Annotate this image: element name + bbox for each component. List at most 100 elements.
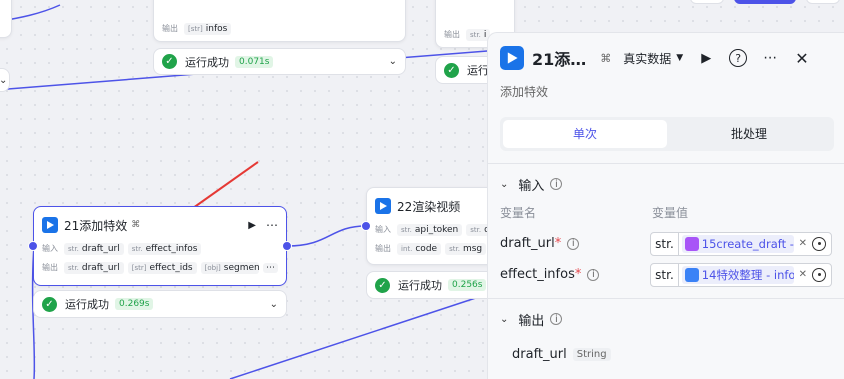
type-selector[interactable]: str. (651, 232, 679, 255)
col-var-value: 变量值 (652, 206, 689, 220)
port-in-21[interactable] (28, 241, 38, 251)
close-icon[interactable]: ✕ (799, 238, 807, 249)
check-icon: ✓ (162, 54, 177, 69)
section-title: 输出 (518, 313, 545, 329)
input-chip: str. draft_url (64, 242, 124, 255)
input-label: 输入 (42, 244, 58, 253)
param-name: effect_infos * i (500, 267, 650, 282)
chevron-down-icon[interactable]: ⌄ (270, 299, 278, 310)
node-title: 21添加特效 (64, 218, 128, 233)
panel-header: 21添… ⌘ 真实数据 ▼ ▶ ? ⋯ ✕ (488, 33, 844, 83)
node-video-icon (500, 46, 524, 70)
node-output-row: 输出 int.code str.msg str. (367, 239, 495, 258)
panel-description: 添加特效 (500, 85, 549, 99)
param-ref-field[interactable]: str. 14特效整理 - infos ✕ (650, 262, 832, 287)
info-icon: i (567, 237, 580, 250)
status-bar-top-left[interactable]: ✓ 运行成功 0.071s ⌄ (153, 48, 406, 75)
chevron-down-icon: ⌄ (500, 178, 509, 190)
data-mode-select[interactable]: 真实数据 ▼ (623, 50, 683, 67)
info-icon: i (550, 178, 563, 190)
node-input-row: 输入 str.api_token str.dra (367, 220, 495, 239)
param-row: draft_url* i str. 15create_draft - d ✕ (488, 228, 844, 259)
node-22-render-video[interactable]: 22渲染视频 输入 str.api_token str.dra 输出 int.c… (366, 187, 496, 265)
node-21-add-effect[interactable]: 21添加特效 ⌘ ▶ ⋯ 输入 str. draft_url str. effect… (33, 206, 287, 286)
param-column-headers: 变量名 变量值 (488, 204, 844, 222)
output-chip: [str] effect_ids (127, 261, 197, 274)
status-text: 运行成功 (65, 298, 109, 311)
time-badge: 0.269s (115, 298, 154, 310)
node-debug-icon: ⌘ (131, 220, 141, 230)
chevron-down-icon[interactable]: ⌄ (389, 56, 397, 67)
ref-tag: 14特效整理 - infos (681, 265, 794, 284)
image-icon (684, 267, 699, 282)
play-icon[interactable]: ▶ (248, 220, 256, 231)
node-detail-panel: 21添… ⌘ 真实数据 ▼ ▶ ? ⋯ ✕ 添加特效 单次 批处理 ⌄ 输入 i… (487, 32, 844, 379)
section-title: 输入 (518, 178, 545, 194)
chevron-down-icon: ⌄ (0, 74, 8, 86)
ref-tag: 15create_draft - d (681, 234, 794, 253)
edge-21-to-22 (286, 225, 367, 247)
node-top-left[interactable]: 输出 [str] infos (153, 0, 406, 42)
panel-title: 21添… (532, 50, 587, 69)
status-text: 运行成功 (185, 55, 229, 69)
play-icon[interactable]: ▶ (701, 51, 711, 66)
node-input-row: 输入 str. draft_url str. effect_infos (34, 239, 286, 258)
info-icon: i (587, 268, 600, 281)
node-output-row: 输出 [str] infos (154, 19, 243, 38)
output-label: 输出 (375, 244, 391, 253)
param-name: draft_url * i (500, 236, 650, 251)
status-bar-21[interactable]: ✓ 运行成功 0.269s ⌄ (33, 290, 287, 318)
node-title: 22渲染视频 (397, 199, 461, 214)
node-output-row: 输出 str. draft_url [str] effect_ids [obj] se… (34, 258, 286, 277)
node-video-icon (375, 198, 391, 214)
close-icon[interactable]: ✕ (795, 49, 808, 68)
help-icon[interactable]: ? (729, 49, 748, 67)
status-bar-22[interactable]: ✓ 运行成功 0.256s (366, 271, 496, 299)
output-chip: int. code (397, 242, 442, 255)
caret-down-icon: ▼ (676, 53, 684, 63)
close-icon[interactable]: ✕ (799, 269, 807, 280)
more-icon[interactable]: ⋯ (763, 50, 777, 66)
input-chip: str. effect_infos (127, 242, 202, 255)
output-label: 输出 (42, 263, 58, 272)
check-icon: ✓ (42, 296, 57, 312)
target-icon[interactable] (812, 236, 826, 251)
output-row: draft_url String (488, 339, 844, 369)
run-mode-tabs: 单次 批处理 (500, 117, 834, 151)
output-chip: str. draft_url (64, 261, 124, 274)
more-icon[interactable]: ⋯ (266, 218, 278, 232)
partial-node-left[interactable] (0, 0, 12, 38)
partial-status-left[interactable]: ⌄ (0, 68, 10, 92)
input-label: 输入 (375, 225, 391, 234)
cube-icon (684, 236, 699, 251)
chevron-down-icon: ⌄ (500, 313, 509, 325)
col-var-name: 变量名 (500, 206, 537, 220)
status-text: 运行 (467, 64, 489, 77)
output-label: 输出 (444, 30, 460, 39)
output-chip: [obj]segment_ic (200, 261, 259, 274)
param-ref-field[interactable]: str. 15create_draft - d ✕ (650, 231, 832, 256)
check-icon: ✓ (375, 277, 390, 293)
tab-batch[interactable]: 批处理 (667, 120, 831, 148)
target-icon[interactable] (812, 267, 826, 282)
time-badge: 0.256s (448, 279, 487, 291)
status-text: 运行成功 (398, 279, 442, 292)
debug-icon[interactable]: ⌘ (600, 52, 611, 65)
output-section-header[interactable]: ⌄ 输出 i (488, 299, 844, 339)
tab-single[interactable]: 单次 (503, 120, 667, 148)
port-out-21[interactable] (282, 241, 292, 251)
output-chip: str. msg (445, 242, 487, 255)
info-icon: i (550, 313, 563, 325)
output-type-badge: String (572, 347, 611, 361)
input-chip: str. api_token (397, 223, 463, 236)
check-icon: ✓ (444, 62, 459, 78)
time-badge: 0.071s (235, 55, 274, 68)
node-video-icon (42, 217, 58, 233)
more-outputs-icon[interactable]: ⋯ (263, 262, 278, 273)
output-label: 输出 (162, 24, 178, 33)
param-row: effect_infos * i str. 14特效整理 - infos ✕ (488, 259, 844, 290)
type-selector[interactable]: str. (651, 263, 679, 286)
output-chip: [str] infos (184, 22, 232, 35)
input-section-header[interactable]: ⌄ 输入 i (488, 164, 844, 204)
port-in-22[interactable] (361, 221, 371, 231)
